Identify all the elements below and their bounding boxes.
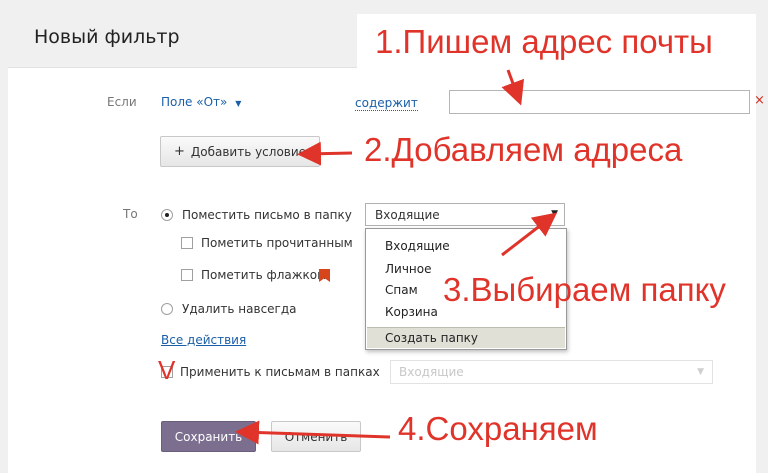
condition-operator-link[interactable]: содержит — [355, 96, 418, 111]
folder-option[interactable]: Спам — [385, 283, 418, 297]
condition-value-input[interactable] — [449, 90, 750, 114]
move-to-folder-radio[interactable] — [161, 209, 173, 221]
annotation-step-4: 4.Сохраняем — [398, 410, 598, 447]
folder-option[interactable]: Входящие — [385, 239, 450, 253]
folder-select-value: Входящие — [375, 208, 440, 222]
condition-field-dropdown[interactable]: Поле «От» ▼ — [161, 95, 241, 109]
left-border — [0, 0, 8, 473]
page-title: Новый фильтр — [34, 26, 180, 48]
delete-forever-radio[interactable] — [161, 303, 173, 315]
apply-existing-label: Применить к письмам в папках — [180, 365, 380, 379]
mark-read-checkbox[interactable] — [181, 237, 193, 249]
annotation-step-3: 3.Выбираем папку — [443, 271, 726, 308]
mark-read-label: Пометить прочитанным — [201, 236, 353, 250]
mark-flag-label: Пометить флажком — [201, 268, 327, 282]
create-folder-option[interactable]: Создать папку — [367, 327, 565, 348]
plus-icon: + — [173, 144, 185, 159]
delete-forever-label: Удалить навсегда — [182, 302, 297, 316]
apply-folder-select[interactable]: Входящие ▼ — [390, 360, 713, 384]
chevron-down-icon: ▼ — [697, 367, 704, 377]
condition-label: Если — [107, 95, 137, 109]
annotation-step-2: 2.Добавляем адреса — [364, 131, 683, 168]
add-condition-button[interactable]: + Добавить условие — [160, 136, 320, 167]
right-border — [756, 0, 768, 473]
add-condition-label: Добавить условие — [190, 144, 307, 159]
folder-select[interactable]: Входящие ▼ — [365, 203, 565, 226]
folder-option[interactable]: Корзина — [385, 305, 438, 319]
chevron-down-icon: ▼ — [235, 99, 242, 108]
actions-label: То — [123, 207, 138, 221]
apply-folder-value: Входящие — [399, 365, 464, 379]
condition-field-label: Поле «От» — [161, 95, 228, 109]
folder-option[interactable]: Личное — [385, 262, 431, 276]
annotation-step-1: 1.Пишем адрес почты — [375, 23, 713, 60]
create-folder-label: Создать папку — [385, 331, 479, 345]
all-actions-link[interactable]: Все действия — [161, 333, 246, 347]
move-to-folder-label: Поместить письмо в папку — [182, 208, 352, 222]
remove-condition-icon[interactable]: × — [754, 93, 765, 108]
save-button[interactable]: Сохранить — [161, 421, 256, 452]
annotation-checkmark: V — [158, 355, 176, 385]
chevron-down-icon: ▼ — [551, 209, 558, 219]
mark-flag-checkbox[interactable] — [181, 269, 193, 281]
cancel-button[interactable]: Отменить — [271, 421, 361, 452]
filter-page: Новый фильтр Если Поле «От» ▼ содержит ×… — [0, 0, 768, 473]
